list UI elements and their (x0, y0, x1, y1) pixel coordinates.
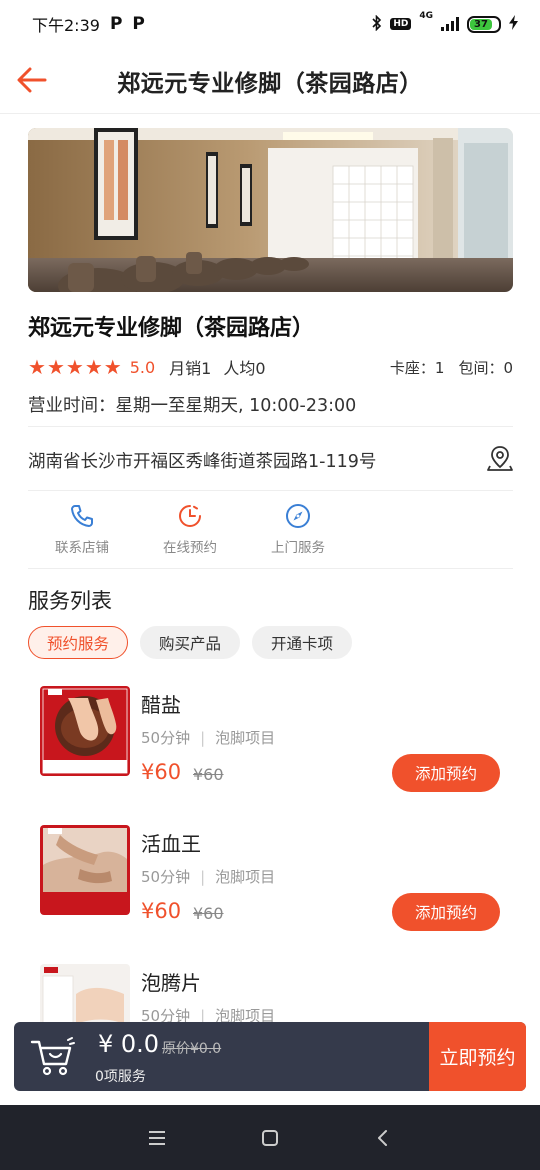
service-original-price: ¥60 (193, 765, 224, 784)
star-rating: ★ ★ ★ ★ ★ (28, 355, 122, 379)
header: 郑远元专业修脚（茶园路店） (0, 48, 540, 114)
service-thumbnail (40, 825, 130, 915)
compass-icon (286, 504, 310, 528)
contact-store-button[interactable]: 联系店铺 (28, 502, 136, 556)
seat-count: 卡座：1 (389, 358, 445, 377)
service-original-price: ¥60 (193, 904, 224, 923)
separator: | (200, 868, 206, 886)
charging-icon (509, 15, 518, 33)
back-nav-button[interactable] (363, 1118, 403, 1158)
divider (28, 490, 513, 491)
home-nav-button[interactable] (250, 1118, 290, 1158)
separator: | (200, 729, 206, 747)
service-category: 泡脚项目 (215, 729, 276, 747)
star-icon: ★ (65, 355, 84, 379)
cart-total: ¥ 0.0 (98, 1030, 160, 1058)
hd-voice-icon: HD (390, 18, 412, 30)
network-type: 4G (419, 10, 433, 21)
service-name: 活血王 (141, 832, 201, 856)
page-title: 郑远元专业修脚（茶园路店） (117, 70, 423, 97)
service-item[interactable]: 活血王 50分钟 | 泡脚项目 ¥60 ¥60 添加预约 (40, 825, 510, 955)
store-address: 湖南省长沙市开福区秀峰街道茶园路1-119号 (28, 452, 377, 472)
shopping-cart-icon[interactable] (30, 1036, 76, 1078)
tab-booking-service[interactable]: 预约服务 (28, 626, 129, 659)
home-service-button[interactable]: 上门服务 (244, 502, 352, 556)
service-category: 泡脚项目 (215, 868, 276, 886)
service-duration: 50分钟 (141, 729, 191, 747)
home-square-icon (261, 1129, 278, 1146)
back-button[interactable] (14, 62, 50, 98)
service-price: ¥60 (141, 899, 182, 923)
service-meta: 50分钟 | 泡脚项目 (141, 727, 275, 748)
average-price: 人均0 (223, 359, 266, 378)
service-name: 醋盐 (141, 693, 181, 717)
service-price: ¥60 (141, 760, 182, 784)
back-arrow-icon (17, 67, 47, 93)
services-section-title: 服务列表 (28, 589, 112, 613)
business-hours: 营业时间：星期一至星期天, 10:00-23:00 (28, 396, 357, 416)
star-icon: ★ (28, 355, 46, 379)
parking-notification-icon: P (109, 14, 123, 34)
store-name: 郑远元专业修脚（茶园路店） (28, 316, 315, 341)
battery-icon: 37 (467, 15, 501, 33)
tab-open-card[interactable]: 开通卡项 (252, 626, 353, 659)
bluetooth-icon (372, 14, 382, 34)
service-thumbnail (40, 686, 130, 776)
action-label: 联系店铺 (55, 540, 109, 556)
battery-level: 37 (470, 18, 492, 30)
rating-row: ★ ★ ★ ★ ★ 5.0 月销1 人均0 卡座：1 包间：0 (28, 355, 513, 379)
service-item[interactable]: 醋盐 50分钟 | 泡脚项目 ¥60 ¥60 添加预约 (40, 686, 510, 816)
online-booking-button[interactable]: 在线预约 (136, 502, 244, 556)
location-pin-icon[interactable] (486, 444, 514, 472)
seating-info: 卡座：1 包间：0 (390, 357, 513, 378)
service-meta: 50分钟 | 泡脚项目 (141, 866, 275, 887)
tab-buy-products[interactable]: 购买产品 (140, 626, 241, 659)
clock-icon (179, 505, 201, 527)
system-nav-bar (0, 1105, 540, 1170)
menu-nav-button[interactable] (137, 1118, 177, 1158)
cart-bar: ¥ 0.0 原价¥0.0 0项服务 立即预约 (14, 1022, 526, 1091)
service-tabs: 预约服务 购买产品 开通卡项 (28, 626, 353, 659)
star-icon: ★ (46, 355, 65, 379)
phone-icon (71, 505, 93, 527)
book-now-button[interactable]: 立即预约 (429, 1022, 526, 1091)
rating-value: 5.0 (129, 357, 156, 377)
add-booking-button[interactable]: 添加预约 (392, 754, 500, 792)
menu-icon (148, 1130, 165, 1145)
chevron-left-icon (378, 1129, 388, 1146)
action-label: 上门服务 (271, 540, 325, 556)
signal-icon (441, 17, 459, 31)
cart-original-price: 原价¥0.0 (162, 1041, 222, 1057)
quick-actions: 联系店铺 在线预约 上门服务 (28, 502, 352, 556)
star-icon: ★ (103, 355, 122, 379)
cart-service-count: 0项服务 (95, 1069, 146, 1085)
store-photo (28, 128, 513, 292)
add-booking-button[interactable]: 添加预约 (392, 893, 500, 931)
divider (28, 426, 513, 427)
star-icon: ★ (84, 355, 103, 379)
action-label: 在线预约 (163, 540, 217, 556)
monthly-sales: 月销1 (169, 359, 212, 378)
service-duration: 50分钟 (141, 868, 191, 886)
room-count: 包间：0 (458, 358, 513, 377)
parking-notification-icon-2: P (132, 14, 145, 34)
status-time: 下午2:39 (32, 16, 100, 35)
divider (28, 568, 513, 569)
status-bar: 下午2:39 P P HD 4G 37 (0, 0, 540, 48)
service-name: 泡腾片 (141, 971, 201, 995)
